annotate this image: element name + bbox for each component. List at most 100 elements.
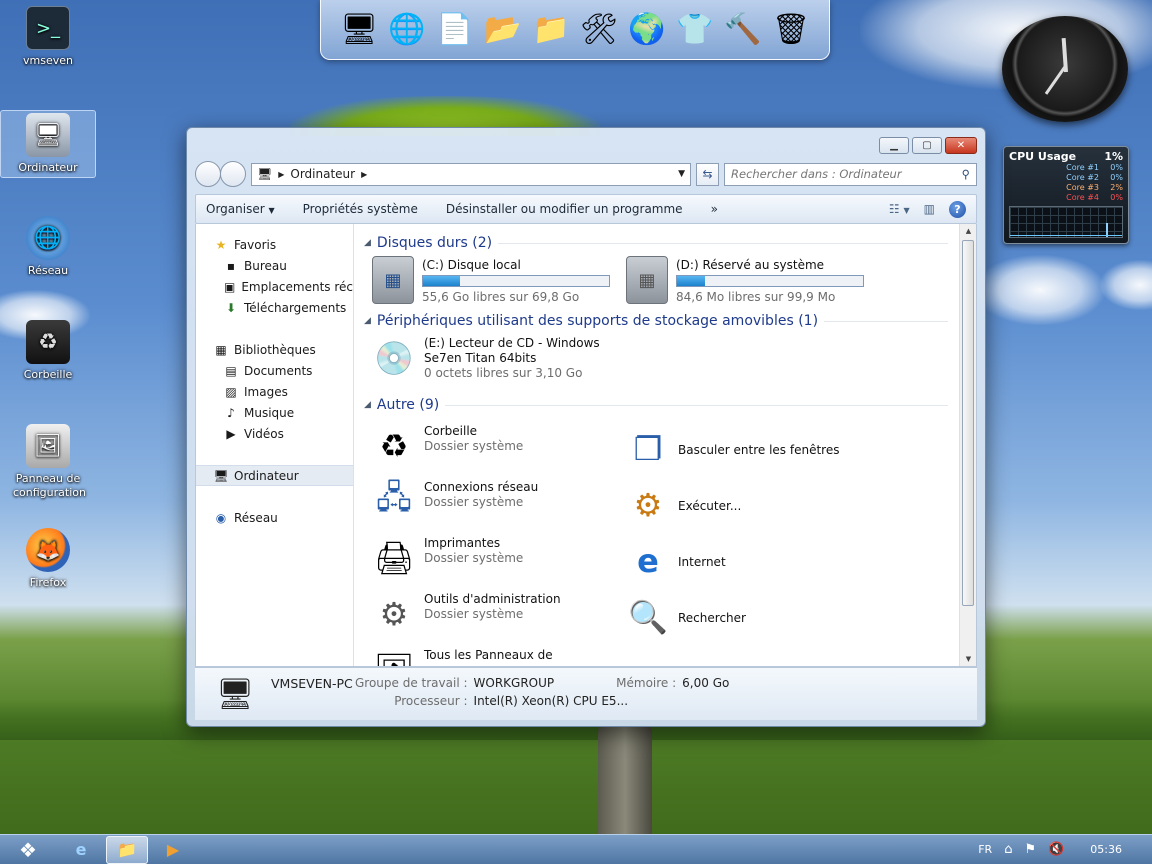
computer-icon[interactable]: 🖥 [337,6,381,54]
collapse-icon[interactable]: ◢ [364,238,371,248]
cpu-core-value: 0% [1110,163,1123,172]
forward-button[interactable] [220,161,246,187]
nav-network[interactable]: ◉ Réseau [196,507,353,528]
drive-d[interactable]: ▦ (D:) Réservé au système 84,6 Mo libres… [618,254,872,310]
admin-tools-icon[interactable]: 🔨 [721,6,765,54]
network-globe-icon[interactable]: 🌐 [385,6,429,54]
network-status-icon[interactable]: ⌂ [1004,842,1012,857]
clock-time[interactable]: 05:36 [1090,843,1122,856]
explorer-window: ▁ ▢ ✕ 🖥 ▶ Ordinateur ▶ ▼ ⇆ ⚲ Organiser ▼… [186,127,986,727]
collapse-icon[interactable]: ◢ [364,316,371,326]
volume-muted-icon[interactable]: 🔇 [1048,842,1064,857]
computer-icon: 🖥 [213,468,229,483]
start-button[interactable]: ❖ [0,835,56,864]
item-admin-tools[interactable]: ⚙ Outils d'administration Dossier système [364,588,618,644]
chevron-down-icon[interactable]: ▼ [678,169,685,179]
libraries-icon: ▦ [215,342,227,357]
nav-libraries[interactable]: ▦ Bibliothèques [196,339,353,360]
desktop-icon-vmseven[interactable]: >_ vmseven [0,6,96,76]
collapse-icon[interactable]: ◢ [364,400,371,410]
desktop-icon-panneau[interactable]: 🖼 Panneau de configuration [0,424,96,506]
desktop-icon: ▪ [226,258,236,273]
vertical-scrollbar[interactable]: ▲ ▼ [959,224,976,666]
scrollbar-thumb[interactable] [962,240,974,606]
nav-downloads[interactable]: ⬇ Téléchargements [196,297,353,318]
window-controls: ▁ ▢ ✕ [879,137,977,154]
system-properties-button[interactable]: Propriétés système [303,202,418,216]
uninstall-program-button[interactable]: Désinstaller ou modifier un programme [446,202,683,216]
shirt-icon[interactable]: 👕 [673,6,717,54]
recycle-bin-icon[interactable]: 🗑 [769,6,813,54]
close-button[interactable]: ✕ [945,137,977,154]
breadcrumb-arrow-icon[interactable]: ▶ [361,170,367,179]
cd-drive-e[interactable]: 💿 (E:) Lecteur de CD - Windows Se7en Tit… [364,332,976,394]
view-options-icon[interactable]: ☷ ▼ [889,202,910,216]
item-meta: Outils d'administration Dossier système [424,590,561,622]
group-header-removable[interactable]: ◢ Périphériques utilisant des supports d… [364,310,976,332]
music-folder-icon[interactable]: 📁 [529,6,573,54]
nav-computer[interactable]: 🖥 Ordinateur [196,465,353,486]
processor-label: Processeur : [394,694,468,708]
internet-explorer-icon: e [637,542,659,580]
organize-button[interactable]: Organiser ▼ [206,202,275,216]
documents-folder-icon[interactable]: 📄 [433,6,477,54]
cpu-usage-gadget[interactable]: CPU Usage 1% Core #1 0% Core #2 0% Core … [1003,146,1129,244]
internet-explorer-icon: e [75,840,87,859]
nav-label: Images [244,384,288,399]
help-icon[interactable]: ? [949,200,966,218]
item-internet[interactable]: e Internet [618,532,872,588]
maximize-button[interactable]: ▢ [912,137,942,154]
nav-images[interactable]: ▨ Images [196,381,353,402]
back-button[interactable] [195,161,221,187]
tools-icon[interactable]: 🛠 [577,6,621,54]
search-icon[interactable]: ⚲ [962,167,970,181]
action-center-icon[interactable]: ⚑ [1024,842,1036,857]
nav-music[interactable]: ♪ Musique [196,402,353,423]
desktop-icon-corbeille[interactable]: ♻ Corbeille [0,320,96,390]
item-corbeille[interactable]: ♻ Corbeille Dossier système [364,420,618,476]
scroll-down-arrow-icon[interactable]: ▼ [960,652,976,666]
item-run[interactable]: ⚙ Exécuter... [618,476,872,532]
item-switch-windows[interactable]: ❐ Basculer entre les fenêtres [618,420,872,476]
item-printers[interactable]: 🖨 Imprimantes Dossier système [364,532,618,588]
breadcrumb-location[interactable]: Ordinateur [290,167,355,181]
taskbar-explorer[interactable]: 📁 [106,835,148,864]
pictures-folder-icon[interactable]: 📂 [481,6,525,54]
chevron-down-icon: ▼ [903,206,910,215]
nav-label: Emplacements récents [241,279,353,294]
media-player-icon: ▶ [166,840,180,859]
desktop-icon-ordinateur[interactable]: 🖥 Ordinateur [0,110,96,178]
search-box[interactable]: ⚲ [724,162,977,186]
desktop-icon-firefox[interactable]: 🦊 Firefox [0,528,96,598]
search-input[interactable] [731,167,962,181]
internet-icon[interactable]: 🌍 [625,6,669,54]
item-name: Basculer entre les fenêtres [678,442,840,457]
nav-recent-places[interactable]: ▣ Emplacements récents [196,276,353,297]
item-all-control-panels[interactable]: 🖼 Tous les Panneaux de [364,644,618,666]
desktop-icon-reseau[interactable]: 🌐 Réseau [0,216,96,286]
item-search[interactable]: 🔍 Rechercher [618,588,872,644]
refresh-button[interactable]: ⇆ [696,162,719,186]
drive-c[interactable]: ▦ (C:) Disque local 55,6 Go libres sur 6… [364,254,618,310]
item-network-connections[interactable]: 🖧 Connexions réseau Dossier système [364,476,618,532]
group-header-other[interactable]: ◢ Autre (9) [364,394,976,416]
nav-bureau[interactable]: ▪ Bureau [196,255,353,276]
minimize-button[interactable]: ▁ [879,137,909,154]
drive-free-space: 55,6 Go libres sur 69,8 Go [422,290,580,304]
taskbar-media-player[interactable]: ▶ [152,836,194,864]
nav-favorites[interactable]: ★ Favoris [196,234,353,255]
taskbar-internet-explorer[interactable]: e [60,836,102,864]
preview-pane-icon[interactable]: ▥ [924,202,935,216]
address-field[interactable]: 🖥 ▶ Ordinateur ▶ ▼ [251,162,691,186]
computer-icon: 🖥 [26,113,70,157]
drive-meta: (C:) Disque local 55,6 Go libres sur 69,… [422,256,610,305]
cpu-core-row: Core #2 0% [1009,173,1123,183]
group-header-hard-drives[interactable]: ◢ Disques durs (2) [364,232,976,254]
nav-documents[interactable]: ▤ Documents [196,360,353,381]
more-commands-button[interactable]: » [711,202,718,216]
scroll-up-arrow-icon[interactable]: ▲ [960,224,976,238]
language-indicator[interactable]: FR [978,843,992,856]
nav-videos[interactable]: ▶ Vidéos [196,423,353,444]
clock-gadget[interactable] [1002,16,1128,122]
